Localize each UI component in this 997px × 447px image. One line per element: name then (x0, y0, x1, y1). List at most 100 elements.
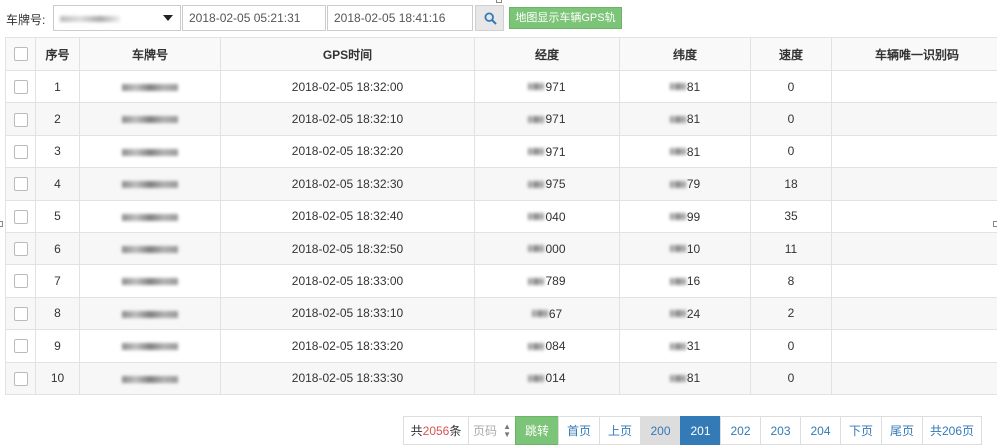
cell-speed: 0 (750, 361, 832, 395)
table-row[interactable]: 1 2018-02-05 18:32:00 971 81 0 (5, 69, 997, 104)
col-header-speed[interactable]: 速度 (750, 37, 832, 71)
row-checkbox[interactable] (13, 112, 28, 127)
latitude-redacted (669, 213, 686, 220)
page-201-button[interactable]: 201 (680, 416, 721, 445)
row-select-cell[interactable] (5, 296, 36, 331)
table-row[interactable]: 2 2018-02-05 18:32:10 971 81 0 (5, 102, 997, 136)
cell-speed: 11 (750, 231, 832, 266)
longitude-digits: 789 (545, 274, 566, 289)
cell-longitude: 014 (474, 361, 620, 395)
select-all-cell[interactable] (5, 37, 36, 71)
row-select-cell[interactable] (5, 231, 36, 266)
cell-vehicle-id (831, 264, 997, 298)
last-page-button[interactable]: 尾页 (881, 416, 923, 445)
row-checkbox[interactable] (13, 209, 28, 224)
table-row[interactable]: 5 2018-02-05 18:32:40 040 99 35 (5, 199, 997, 233)
row-select-cell[interactable] (5, 264, 36, 298)
page-200-button[interactable]: 200 (640, 416, 681, 445)
select-all-checkbox[interactable] (13, 47, 28, 62)
row-select-cell[interactable] (5, 167, 36, 201)
cell-longitude: 000 (474, 231, 620, 266)
longitude-digits: 975 (545, 177, 566, 192)
longitude-redacted (531, 310, 548, 318)
cell-no: 1 (35, 69, 80, 104)
query-toolbar: 车牌号: 地图显示车辆GPS轨迹 (0, 5, 997, 44)
cell-no: 3 (35, 134, 80, 169)
cell-vehicle-id (831, 102, 997, 136)
col-header-plate[interactable]: 车牌号 (79, 37, 221, 71)
plate-select[interactable] (53, 5, 181, 31)
latitude-redacted (669, 277, 686, 285)
page-202-button[interactable]: 202 (720, 416, 761, 445)
total-prefix: 共 (410, 424, 423, 438)
table-row[interactable]: 9 2018-02-05 18:33:20 084 31 0 (5, 329, 997, 363)
cell-latitude: 79 (619, 167, 751, 201)
total-suffix: 条 (449, 424, 462, 438)
latitude-digits: 31 (686, 339, 701, 354)
row-checkbox[interactable] (13, 371, 28, 386)
total-count: 2056 (422, 423, 450, 438)
total-records: 共 2056 条 (403, 416, 469, 445)
longitude-redacted (528, 245, 545, 253)
longitude-digits: 000 (545, 241, 566, 256)
first-page-button[interactable]: 首页 (558, 416, 600, 445)
resize-handle-left[interactable] (0, 221, 3, 227)
cell-gps-time: 2018-02-05 18:32:20 (220, 134, 475, 169)
col-header-gps-time[interactable]: GPS时间 (220, 37, 475, 71)
latitude-redacted (669, 310, 686, 318)
cell-speed: 35 (750, 199, 832, 233)
cell-plate (79, 264, 221, 298)
latitude-redacted (669, 342, 686, 350)
latitude-digits: 10 (686, 241, 701, 256)
cell-latitude: 81 (619, 361, 751, 395)
col-header-vehicle-id[interactable]: 车辆唯一识别码 (831, 37, 997, 71)
col-header-latitude[interactable]: 纬度 (619, 37, 751, 71)
jump-button[interactable]: 跳转 (515, 416, 559, 445)
cell-plate (79, 69, 221, 104)
cell-longitude: 084 (474, 329, 620, 363)
start-time-input[interactable] (182, 5, 326, 31)
row-select-cell[interactable] (5, 102, 36, 136)
row-select-cell[interactable] (5, 134, 36, 169)
caret-down-icon (163, 15, 173, 21)
row-select-cell[interactable] (5, 199, 36, 233)
cell-no: 8 (35, 296, 80, 331)
table-row[interactable]: 10 2018-02-05 18:33:30 014 81 0 (5, 361, 997, 395)
end-time-input[interactable] (327, 5, 473, 31)
row-checkbox[interactable] (13, 177, 28, 192)
map-gps-track-button[interactable]: 地图显示车辆GPS轨迹 (509, 7, 622, 44)
search-button[interactable] (475, 5, 504, 31)
col-header-longitude[interactable]: 经度 (474, 37, 620, 71)
cell-vehicle-id (831, 231, 997, 266)
table-row[interactable]: 3 2018-02-05 18:32:20 971 81 0 (5, 134, 997, 169)
longitude-digits: 971 (545, 112, 566, 127)
table-row[interactable]: 4 2018-02-05 18:32:30 975 79 18 (5, 167, 997, 201)
row-checkbox[interactable] (13, 306, 28, 321)
resize-handle-top[interactable] (496, 0, 502, 3)
table-row[interactable]: 7 2018-02-05 18:33:00 789 16 8 (5, 264, 997, 298)
row-select-cell[interactable] (5, 361, 36, 395)
search-icon (484, 12, 497, 25)
cell-gps-time: 2018-02-05 18:33:00 (220, 264, 475, 298)
table-row[interactable]: 6 2018-02-05 18:32:50 000 10 11 (5, 231, 997, 266)
row-checkbox[interactable] (13, 274, 28, 289)
page-203-button[interactable]: 203 (760, 416, 801, 445)
row-select-cell[interactable] (5, 69, 36, 104)
row-select-cell[interactable] (5, 329, 36, 363)
plate-redacted (122, 375, 178, 383)
row-checkbox[interactable] (13, 339, 28, 354)
stepper-icon[interactable]: ▲ ▼ (503, 422, 511, 439)
cell-latitude: 81 (619, 102, 751, 136)
page-204-button[interactable]: 204 (800, 416, 841, 445)
cell-longitude: 971 (474, 102, 620, 136)
prev-page-button[interactable]: 上页 (599, 416, 641, 445)
row-checkbox[interactable] (13, 144, 28, 159)
row-checkbox[interactable] (13, 80, 28, 95)
col-header-no[interactable]: 序号 (35, 37, 80, 71)
row-checkbox[interactable] (13, 242, 28, 257)
page-number-input[interactable]: 页码 ▲ ▼ (468, 416, 516, 445)
cell-vehicle-id (831, 296, 997, 331)
next-page-button[interactable]: 下页 (840, 416, 882, 445)
cell-gps-time: 2018-02-05 18:32:10 (220, 102, 475, 136)
table-row[interactable]: 8 2018-02-05 18:33:10 67 24 2 (5, 296, 997, 331)
